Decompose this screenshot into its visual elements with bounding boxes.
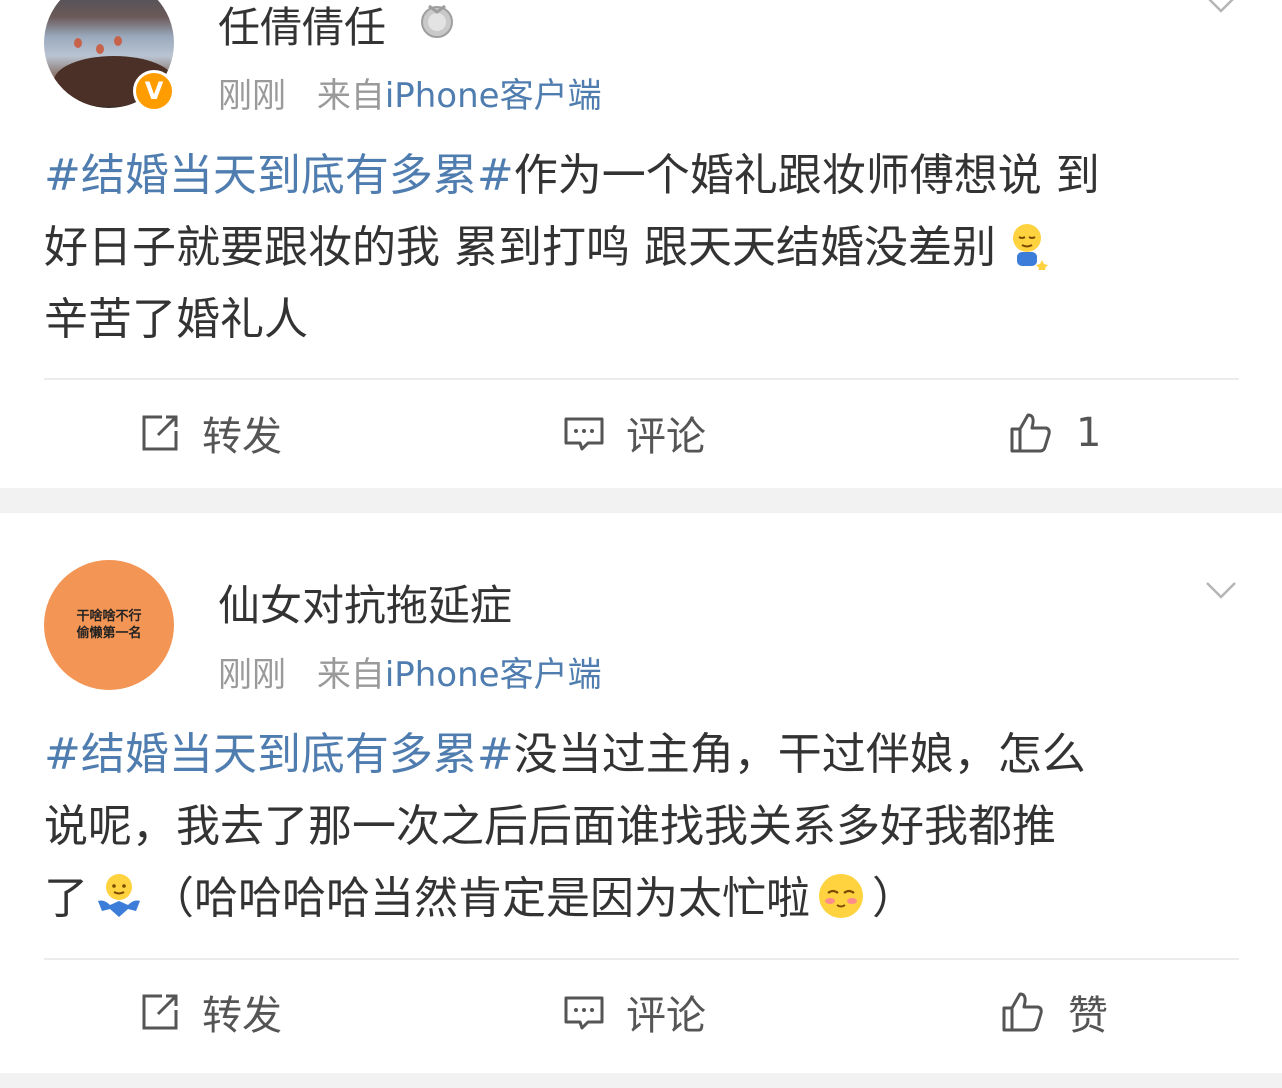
content-text: 作为一个婚礼跟妆师傅想说 到	[513, 150, 1100, 201]
post-meta: 刚刚 来自iPhone客户端	[218, 68, 602, 117]
post-content: #结婚当天到底有多累#没当过主角，干过伴娘，怎么 说呢，我去了那一次之后后面谁找…	[44, 719, 1244, 935]
comment-icon	[564, 417, 604, 451]
repost-icon	[142, 415, 178, 451]
content-line: 说呢，我去了那一次之后后面谁找我关系多好我都推	[44, 791, 1244, 863]
comment-button[interactable]: 评论	[560, 967, 706, 1057]
balloon-dot	[74, 38, 82, 48]
like-button[interactable]: 赞	[998, 967, 1108, 1057]
repost-button[interactable]: 转发	[136, 388, 282, 478]
verified-badge-icon: V	[133, 70, 175, 112]
thumbs-up-icon	[1002, 992, 1043, 1032]
repost-button[interactable]: 转发	[136, 967, 282, 1057]
content-text: 没当过主角，干过伴娘，怎么	[513, 729, 1086, 780]
shrug-emoji-icon	[98, 874, 140, 917]
content-line: #结婚当天到底有多累#作为一个婚礼跟妆师傅想说 到	[44, 140, 1244, 212]
like-count: 1	[1076, 410, 1102, 456]
blush-emoji-icon	[819, 874, 863, 918]
content-text: 了	[44, 873, 88, 924]
content-line: 辛苦了婚礼人	[44, 284, 1244, 356]
post-time: 刚刚	[218, 655, 286, 695]
balloon-dot	[96, 44, 104, 54]
content-line: 好日子就要跟妆的我 累到打鸣 跟天天结婚没差别	[44, 212, 1244, 284]
username[interactable]: 仙女对抗拖延症	[218, 572, 512, 633]
content-text: 辛苦了婚礼人	[44, 294, 308, 345]
like-label: 赞	[1068, 993, 1108, 1039]
divider	[44, 958, 1239, 960]
comment-label: 评论	[626, 993, 706, 1039]
hashtag-link[interactable]: #结婚当天到底有多累#	[44, 150, 514, 201]
from-label: 来自	[316, 76, 385, 116]
medal-icon	[421, 4, 453, 38]
post-source[interactable]: iPhone客户端	[385, 76, 602, 116]
comment-icon	[564, 996, 604, 1030]
comment-button[interactable]: 评论	[560, 388, 706, 478]
from-label: 来自	[316, 655, 385, 695]
avatar[interactable]: 干啥啥不行 偷懒第一名	[44, 560, 174, 690]
content-text: 好日子就要跟妆的我 累到打鸣 跟天天结婚没差别	[44, 222, 996, 273]
post-time: 刚刚	[218, 76, 286, 116]
post-meta: 刚刚 来自iPhone客户端	[218, 647, 602, 696]
chevron-down-icon[interactable]	[1204, 572, 1238, 606]
comment-label: 评论	[626, 414, 706, 460]
like-button[interactable]: 1	[1006, 388, 1101, 478]
content-text: （哈哈哈哈当然肯定是因为太忙啦	[150, 873, 810, 924]
post-source[interactable]: iPhone客户端	[385, 655, 602, 695]
content-line: 了 （哈哈哈哈当然肯定是因为太忙啦 ）	[44, 863, 1244, 935]
content-text: 说呢，我去了那一次之后后面谁找我关系多好我都推	[44, 801, 1056, 852]
action-bar: 转发 评论 1	[0, 388, 1282, 478]
post-content: #结婚当天到底有多累#作为一个婚礼跟妆师傅想说 到 好日子就要跟妆的我 累到打鸣…	[44, 140, 1244, 356]
hashtag-link[interactable]: #结婚当天到底有多累#	[44, 729, 514, 780]
thumbs-up-icon	[1010, 413, 1051, 453]
repost-label: 转发	[202, 414, 282, 460]
username[interactable]: 任倩倩任	[218, 0, 386, 55]
balloon-dot	[114, 36, 122, 46]
repost-label: 转发	[202, 993, 282, 1039]
sleepy-emoji-icon	[1012, 224, 1048, 270]
content-line: #结婚当天到底有多累#没当过主角，干过伴娘，怎么	[44, 719, 1244, 791]
weibo-post: V 任倩倩任 刚刚 来自iPhone客户端 #结婚当天到底有多累#作为一个婚礼跟…	[0, 0, 1282, 488]
action-bar: 转发 评论 赞	[0, 967, 1282, 1057]
content-text: ）	[872, 873, 916, 924]
avatar-text-line: 干啥啥不行	[76, 609, 142, 624]
avatar-text-line: 偷懒第一名	[76, 626, 142, 641]
repost-icon	[142, 994, 178, 1030]
chevron-down-icon[interactable]	[1204, 0, 1238, 20]
divider	[44, 378, 1239, 380]
